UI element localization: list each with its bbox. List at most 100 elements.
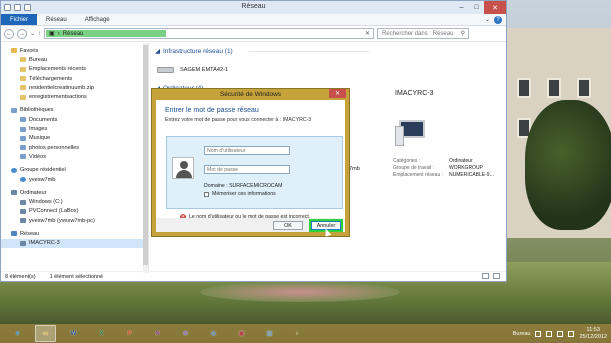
- downloads-folder-icon: [20, 76, 26, 82]
- remember-credentials[interactable]: Mémoriser ces informations: [204, 191, 276, 197]
- back-button[interactable]: ←: [4, 28, 14, 39]
- search-input[interactable]: Rechercher dans : Réseau ⚲: [377, 28, 470, 39]
- nav-item-musique[interactable]: Musique: [1, 134, 148, 143]
- password-field[interactable]: [204, 165, 290, 174]
- nav-scroll-thumb[interactable]: [143, 45, 148, 265]
- details-properties: Catégories : Ordinateur Groupe de travail…: [393, 158, 503, 179]
- details-title: IMACYRC-3: [395, 90, 434, 97]
- taskbar: e ▭ W X P N ✿ ◎ ▣ ▤ ◐ Bureau 11:53 25/12/2012: [0, 324, 611, 343]
- computer-icon: [395, 120, 425, 146]
- dialog-footer: OK Annuler: [156, 218, 345, 232]
- videos-icon: [20, 154, 26, 160]
- nav-item-yvesw7mb[interactable]: yvesw7mb: [1, 175, 148, 184]
- forward-button[interactable]: →: [17, 28, 27, 39]
- app-icon-10[interactable]: ▤: [259, 325, 280, 342]
- volume-icon[interactable]: [568, 330, 575, 337]
- nav-item-images[interactable]: Images: [1, 124, 148, 133]
- computer-icon: [11, 190, 17, 196]
- keyboard-icon[interactable]: [535, 330, 542, 337]
- nav-network[interactable]: Réseau: [1, 229, 148, 238]
- tab-fichier[interactable]: Fichier: [1, 14, 38, 25]
- stop-icon[interactable]: ✕: [365, 30, 370, 37]
- help-icon[interactable]: ?: [494, 16, 502, 24]
- property-row: Groupe de travail : WORKGROUP: [393, 165, 483, 171]
- nav-item-documents[interactable]: Documents: [1, 115, 148, 124]
- clock[interactable]: 11:53 25/12/2012: [579, 327, 607, 341]
- section-divider: [249, 51, 369, 52]
- paint-icon[interactable]: ✿: [175, 325, 196, 342]
- tab-reseau[interactable]: Réseau: [37, 14, 76, 25]
- nav-item-photos[interactable]: photos personnelles: [1, 143, 148, 152]
- recent-locations-icon[interactable]: ⌄: [30, 30, 35, 37]
- libraries-icon: [11, 107, 17, 113]
- breadcrumb[interactable]: Réseau: [63, 31, 84, 37]
- file-explorer-icon[interactable]: ▭: [35, 325, 56, 342]
- tab-affichage[interactable]: Affichage: [76, 14, 119, 25]
- powerpoint-icon[interactable]: P: [119, 325, 140, 342]
- router-item[interactable]: SAGEM EMTA42-1: [157, 67, 228, 73]
- building-window: [577, 78, 591, 98]
- username-field[interactable]: [204, 146, 290, 155]
- item-count: 8 élément(s): [5, 273, 36, 280]
- app-icon-9[interactable]: ▣: [231, 325, 252, 342]
- nav-homegroup[interactable]: Groupe résidentiel: [1, 166, 148, 175]
- excel-icon[interactable]: X: [91, 325, 112, 342]
- remember-checkbox[interactable]: [204, 191, 209, 197]
- nav-computer[interactable]: Ordinateur: [1, 188, 148, 197]
- nav-item-enregistrements[interactable]: enregistrementsactions: [1, 92, 148, 101]
- nav-scrollbar[interactable]: [143, 43, 148, 273]
- nav-item-windows-c[interactable]: Windows (C:): [1, 197, 148, 206]
- nav-item-imacyrc[interactable]: IMACYRC-3: [1, 238, 148, 248]
- documents-icon: [20, 117, 26, 123]
- nav-group-homegroup: Groupe résidentiel yvesw7mb: [1, 166, 148, 185]
- minimize-button[interactable]: –: [454, 1, 469, 14]
- details-view-icon[interactable]: [482, 273, 489, 279]
- ribbon-tabs: Fichier Réseau Affichage ⌄ ?: [1, 14, 506, 26]
- maximize-button[interactable]: □: [469, 1, 484, 14]
- router-label: SAGEM EMTA42-1: [180, 67, 229, 73]
- nav-item-zip[interactable]: residentielcreatinuumb.zip: [1, 83, 148, 92]
- music-icon: [20, 135, 26, 141]
- desktop-toolbar-label[interactable]: Bureau: [513, 331, 531, 337]
- network-drive-icon: [20, 208, 26, 214]
- nav-item-pvconnect[interactable]: PVConnect (LaBox): [1, 207, 148, 216]
- ok-button[interactable]: OK: [273, 221, 303, 230]
- onenote-icon[interactable]: N: [147, 325, 168, 342]
- section-infrastructure[interactable]: ◢ Infrastructure réseau (1): [155, 47, 233, 56]
- property-row: Catégories : Ordinateur: [393, 158, 473, 164]
- dialog-close-button[interactable]: ✕: [329, 89, 346, 98]
- nav-group-libraries: Bibliothèques Documents Images Musique p…: [1, 106, 148, 162]
- dialog-titlebar: Sécurité de Windows ✕: [156, 89, 346, 100]
- up-button[interactable]: ↑: [38, 31, 41, 37]
- network-icon[interactable]: [557, 330, 564, 337]
- nav-item-bureau[interactable]: Bureau: [1, 55, 148, 64]
- flag-icon[interactable]: [546, 330, 553, 337]
- network-drive-icon: [20, 218, 26, 224]
- nav-item-recent[interactable]: Emplacements récents: [1, 65, 148, 74]
- collapse-icon[interactable]: ◢: [155, 47, 160, 55]
- taskbar-apps: e ▭ W X P N ✿ ◎ ▣ ▤ ◐: [0, 325, 308, 342]
- nav-favorites[interactable]: Favoris: [1, 46, 148, 55]
- media-icon[interactable]: ◎: [203, 325, 224, 342]
- homegroup-icon: [11, 167, 17, 173]
- search-icon[interactable]: ⚲: [461, 30, 465, 37]
- window-titlebar: Réseau – □ ✕: [1, 1, 506, 14]
- nav-item-videos[interactable]: Vidéos: [1, 152, 148, 161]
- word-icon[interactable]: W: [63, 325, 84, 342]
- app-icon-11[interactable]: ◐: [287, 325, 308, 342]
- large-icons-view-icon[interactable]: [493, 273, 500, 279]
- dialog-prompt: Entrez votre mot de passe pour vous conn…: [165, 117, 312, 123]
- credential-tile: Domaine : SURFACEMICROCAM Mémoriser ces …: [166, 136, 343, 209]
- close-button[interactable]: ✕: [484, 1, 506, 14]
- drive-icon: [20, 199, 26, 205]
- internet-explorer-icon[interactable]: e: [7, 325, 28, 342]
- computer-item[interactable]: 7mb: [349, 166, 360, 172]
- expand-ribbon-icon[interactable]: ⌄: [485, 16, 490, 23]
- user-avatar-icon: [172, 157, 194, 179]
- address-field[interactable]: ▣ › Réseau ✕: [44, 28, 375, 39]
- nav-item-yvesw7mb-pc[interactable]: yvesw7mb (yvesw7mb-pc): [1, 216, 148, 225]
- nav-item-downloads[interactable]: Téléchargements: [1, 74, 148, 83]
- domain-label: Domaine : SURFACEMICROCAM: [204, 183, 283, 189]
- navigation-pane: Favoris Bureau Emplacements récents Télé…: [1, 43, 149, 273]
- nav-libraries[interactable]: Bibliothèques: [1, 106, 148, 115]
